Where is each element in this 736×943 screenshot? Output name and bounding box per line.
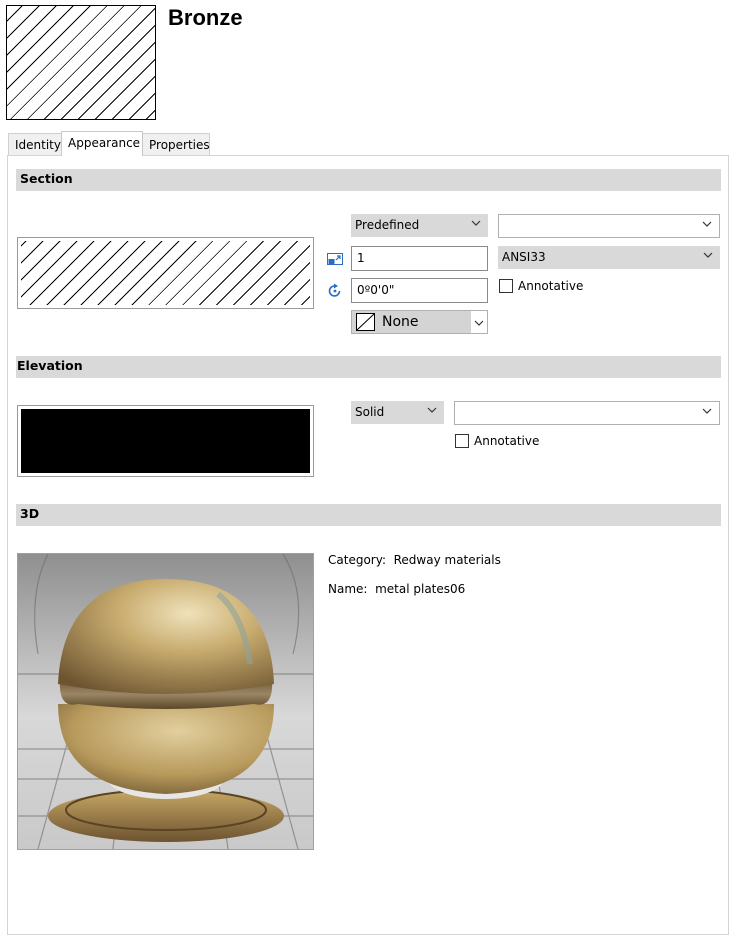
chevron-down-icon (702, 221, 712, 227)
elevation-color-dropdown[interactable] (454, 401, 720, 425)
chevron-down-icon (471, 220, 481, 226)
chevron-down-icon (703, 252, 713, 258)
elevation-swatch-preview (17, 405, 314, 477)
elevation-pattern-type-value: Solid (355, 405, 385, 419)
section-pattern-type-dropdown[interactable]: Predefined (351, 214, 488, 237)
threed-header: 3D (16, 504, 721, 526)
section-background-value: None (382, 314, 419, 330)
tab-identity[interactable]: Identity (8, 133, 62, 155)
chevron-down-icon (474, 320, 484, 326)
elevation-pattern-type-dropdown[interactable]: Solid (351, 401, 444, 424)
section-background-dropdown[interactable]: None (351, 310, 488, 334)
elevation-annotative-label: Annotative (474, 434, 540, 448)
section-pattern-type-value: Predefined (355, 218, 420, 232)
material-sphere-image (18, 554, 313, 849)
scale-icon (327, 253, 343, 265)
section-hatch-preview (17, 237, 314, 309)
elevation-annotative-checkbox[interactable] (455, 434, 469, 448)
tab-properties[interactable]: Properties (142, 133, 210, 155)
tab-appearance[interactable]: Appearance (61, 131, 143, 156)
material-preview-swatch (6, 5, 156, 120)
section-pattern-top-dropdown[interactable] (498, 214, 720, 238)
section-pattern-name-value: ANSI33 (502, 250, 546, 264)
material-title: Bronze (168, 5, 243, 30)
category-row: Category: Redway materials (328, 553, 501, 567)
section-annotative-label: Annotative (518, 279, 584, 293)
elevation-header: Elevation (16, 356, 721, 378)
section-scale-input[interactable]: 1 (351, 246, 488, 271)
material-name-value: metal plates06 (375, 582, 466, 596)
material-name-label: Name: (328, 582, 368, 596)
section-pattern-name-dropdown[interactable]: ANSI33 (498, 246, 720, 269)
material-render-preview (17, 553, 314, 850)
section-annotative-checkbox[interactable] (499, 279, 513, 293)
chevron-down-icon (702, 408, 712, 414)
chevron-down-icon (427, 407, 437, 413)
rotate-icon (328, 283, 341, 297)
section-angle-input[interactable]: 0º0'0" (351, 278, 488, 303)
hatch-swatch-icon (356, 313, 375, 331)
category-value: Redway materials (393, 553, 501, 567)
section-header: Section (16, 169, 721, 191)
material-name-row: Name: metal plates06 (328, 582, 465, 596)
category-label: Category: (328, 553, 386, 567)
